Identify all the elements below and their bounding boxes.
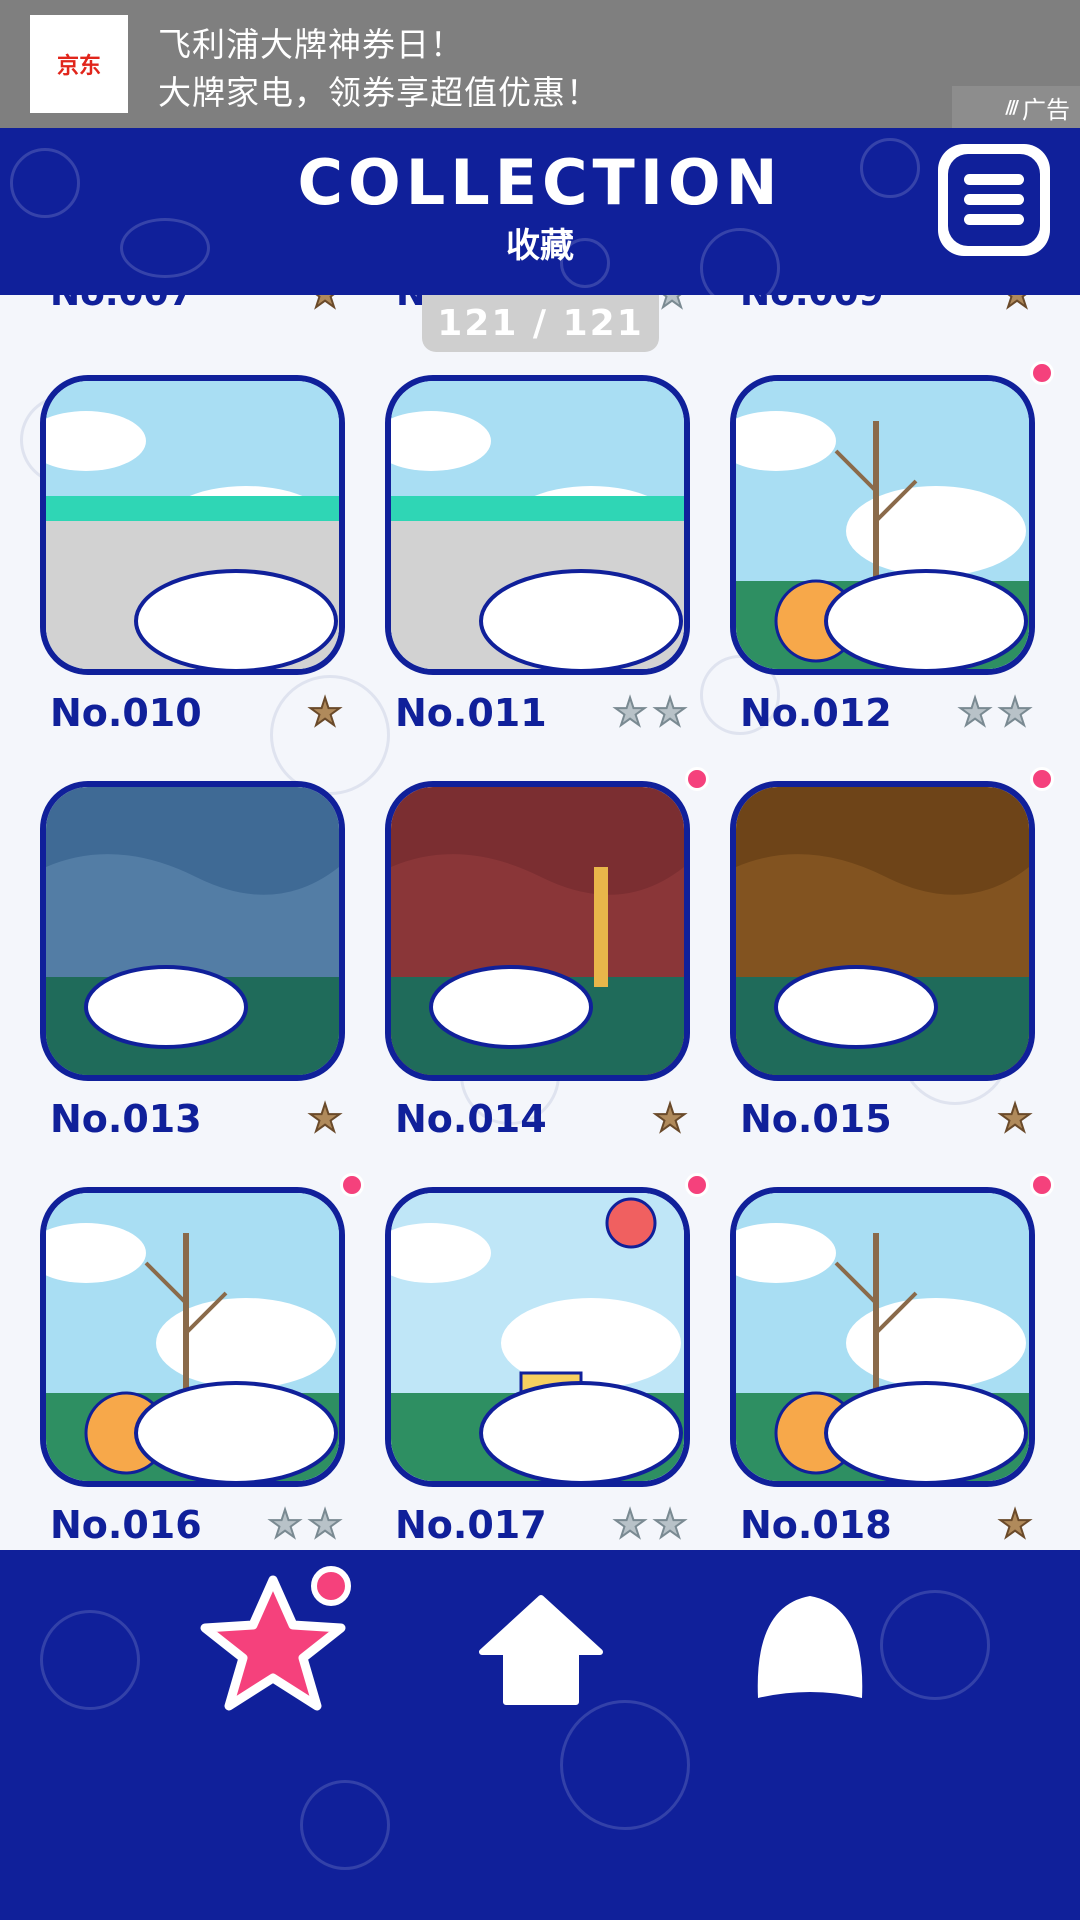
ad-logo[interactable]: 京东	[30, 15, 128, 113]
star-icon: ★	[652, 1502, 688, 1546]
menu-icon	[948, 154, 1040, 246]
home-nav-button[interactable]	[476, 1590, 606, 1710]
star-icon: ★	[957, 690, 993, 734]
page-indicator: 121 / 121	[422, 295, 659, 352]
card-thumbnail[interactable]	[385, 1187, 690, 1487]
collection-nav-button[interactable]	[195, 1566, 355, 1720]
new-badge	[1030, 1173, 1054, 1197]
card-label: No.013	[50, 1097, 202, 1141]
collection-card[interactable]: No.016 ★ ★	[40, 1173, 364, 1547]
star-icon: ★	[999, 295, 1035, 314]
card-thumbnail[interactable]	[385, 375, 690, 675]
collection-card[interactable]: No.012 ★ ★	[730, 361, 1054, 735]
collection-card[interactable]: No.013 ★	[40, 781, 345, 1141]
star-icon: ★	[612, 1502, 648, 1546]
new-badge	[340, 1173, 364, 1197]
star-icon: ★	[997, 1502, 1033, 1546]
card-thumbnail[interactable]	[730, 1187, 1035, 1487]
star-icon: ★	[652, 690, 688, 734]
card-thumbnail[interactable]	[40, 375, 345, 675]
ad-logo-text: 京东	[56, 54, 101, 79]
page-subtitle: 收藏	[506, 226, 574, 266]
collection-card[interactable]: No.010 ★	[40, 375, 345, 735]
menu-line	[964, 174, 1024, 185]
card-thumbnail[interactable]	[730, 375, 1035, 675]
ad-tag-label: 广告	[1022, 95, 1070, 124]
star-icon: ★	[652, 1096, 688, 1140]
card-thumbnail[interactable]	[40, 1187, 345, 1487]
card-thumbnail[interactable]	[40, 781, 345, 1081]
star-icon: ★	[307, 295, 343, 314]
ad-headline[interactable]: 飞利浦大牌神券日！	[158, 18, 464, 66]
card-label: No.015	[740, 1097, 892, 1141]
ad-banner[interactable]: 京东 飞利浦大牌神券日！ 大牌家电，领券享超值优惠！ /// 广告	[0, 0, 1080, 128]
star-icon: ★	[612, 690, 648, 734]
card-thumbnail[interactable]	[385, 781, 690, 1081]
card-label: No.010	[50, 691, 202, 735]
card-label: No.014	[395, 1097, 547, 1141]
star-icon: ★	[307, 1096, 343, 1140]
star-icon: ★	[654, 295, 690, 314]
card-label: No.016	[50, 1503, 202, 1547]
collection-card[interactable]: No.011 ★ ★	[385, 375, 690, 735]
bottom-nav	[0, 1550, 1080, 1920]
new-badge	[685, 767, 709, 791]
star-icon: ★	[267, 1502, 303, 1546]
star-icon: ★	[307, 690, 343, 734]
new-badge	[1030, 361, 1054, 385]
collection-card[interactable]: No.014 ★	[385, 767, 709, 1141]
collection-grid[interactable]: No.007 ★ N ★ No.009 ★ 121 / 121 No.010★N…	[0, 295, 1080, 1550]
ad-tag: /// 广告	[952, 86, 1080, 128]
background-doodle	[560, 1700, 690, 1830]
card-label: No.017	[395, 1503, 547, 1547]
new-badge	[311, 1566, 351, 1606]
character-icon	[757, 1596, 863, 1698]
star-icon: ★	[997, 1096, 1033, 1140]
character-nav-button[interactable]	[748, 1586, 872, 1710]
menu-line	[964, 194, 1024, 205]
collection-card[interactable]: No.017 ★ ★	[385, 1173, 709, 1547]
background-doodle	[300, 1780, 390, 1870]
ad-brand-icon: ///	[1005, 96, 1019, 118]
card-label: No.011	[395, 691, 547, 735]
background-doodle	[40, 1610, 140, 1710]
new-badge	[1030, 767, 1054, 791]
star-icon: ★	[307, 1502, 343, 1546]
ad-description[interactable]: 大牌家电，领券享超值优惠！	[158, 66, 600, 114]
collection-card[interactable]: No.015 ★	[730, 767, 1054, 1141]
header: COLLECTION 收藏	[0, 128, 1080, 295]
card-label: No.018	[740, 1503, 892, 1547]
menu-button[interactable]	[938, 144, 1050, 256]
card-label: No.012	[740, 691, 892, 735]
card-thumbnail[interactable]	[730, 781, 1035, 1081]
card-label: No.009	[740, 295, 884, 314]
home-icon	[479, 1595, 603, 1705]
background-doodle	[880, 1590, 990, 1700]
page-title: COLLECTION	[297, 146, 783, 219]
card-label: No.007	[50, 295, 194, 314]
menu-line	[964, 214, 1024, 225]
star-icon: ★	[997, 690, 1033, 734]
new-badge	[685, 1173, 709, 1197]
collection-card[interactable]: No.018 ★	[730, 1173, 1054, 1547]
